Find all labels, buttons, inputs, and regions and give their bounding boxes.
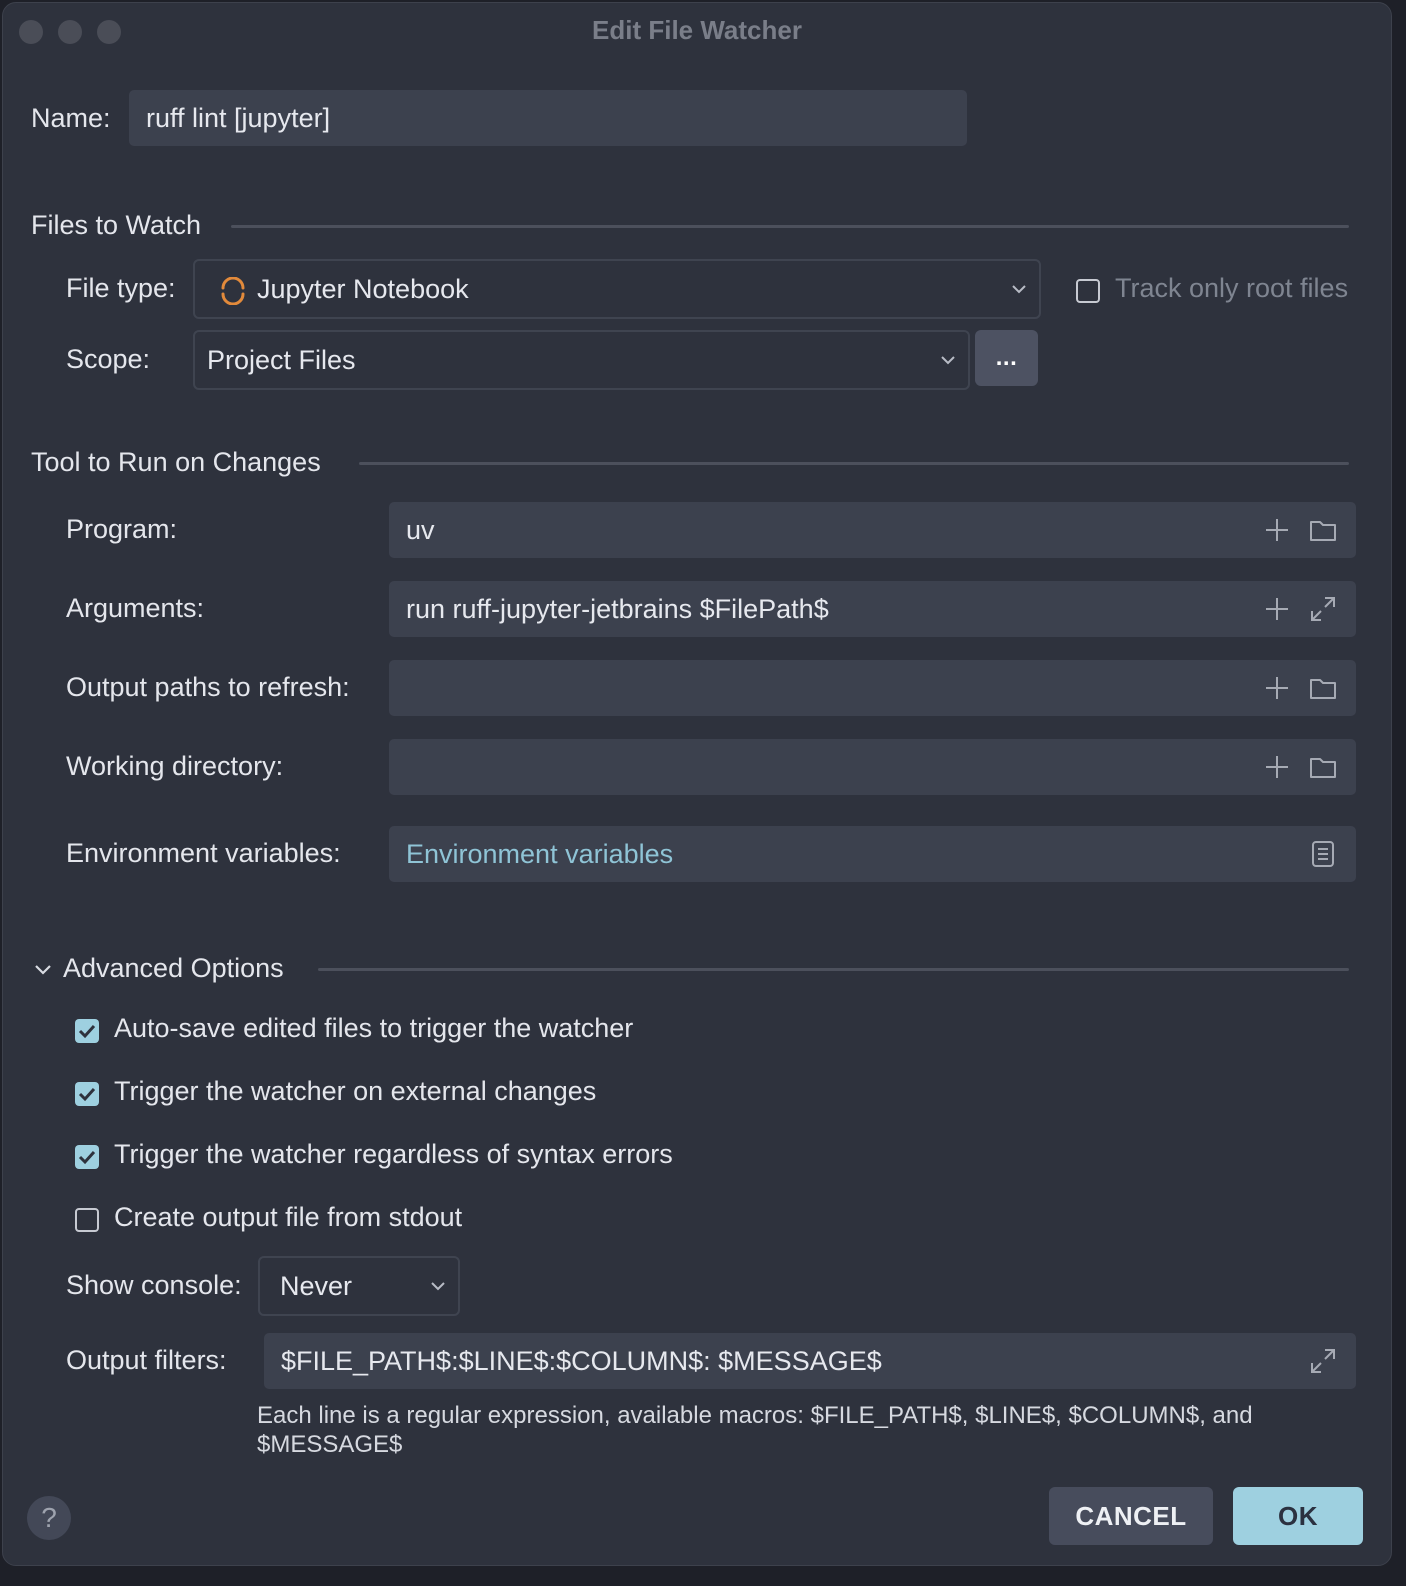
track-only-root-checkbox[interactable] <box>1076 279 1100 303</box>
folder-icon[interactable] <box>1308 515 1338 545</box>
edit-list-icon[interactable] <box>1308 839 1338 869</box>
environment-variables-label: Environment variables: <box>66 838 341 868</box>
show-console-label: Show console: <box>66 1270 242 1300</box>
trigger-external-label: Trigger the watcher on external changes <box>114 1076 597 1106</box>
output-filters-label: Output filters: <box>66 1345 227 1375</box>
expand-icon[interactable] <box>1308 594 1338 624</box>
checkmark-icon <box>78 1150 96 1165</box>
name-input[interactable]: ruff lint [jupyter] <box>129 90 967 146</box>
help-icon: ? <box>41 1502 57 1533</box>
scope-select[interactable]: Project Files <box>193 330 970 390</box>
auto-save-checkbox[interactable] <box>75 1019 99 1043</box>
create-output-file-checkbox[interactable] <box>75 1208 99 1232</box>
files-to-watch-heading: Files to Watch <box>31 210 202 240</box>
scope-label: Scope: <box>66 344 151 374</box>
output-filters-hint-line2: $MESSAGE$ <box>257 1431 403 1458</box>
folder-icon[interactable] <box>1308 673 1338 703</box>
section-divider <box>359 462 1349 465</box>
track-only-root-label: Track only root files <box>1115 273 1349 303</box>
expand-icon[interactable] <box>1308 1346 1338 1376</box>
cancel-button[interactable]: CANCEL <box>1049 1487 1213 1545</box>
tool-heading: Tool to Run on Changes <box>31 447 321 477</box>
output-filters-hint: Each line is a regular expression, avail… <box>257 1401 1253 1459</box>
program-label: Program: <box>66 514 178 544</box>
section-divider <box>231 225 1349 228</box>
chevron-down-icon <box>1011 282 1027 296</box>
insert-macro-icon[interactable] <box>1262 752 1292 782</box>
advanced-options-heading[interactable]: Advanced Options <box>63 953 284 984</box>
file-type-value: Jupyter Notebook <box>257 273 469 304</box>
environment-variables-link[interactable]: Environment variables <box>406 826 673 882</box>
output-filters-value: $FILE_PATH$:$LINE$:$COLUMN$: $MESSAGE$ <box>281 1345 882 1376</box>
insert-macro-icon[interactable] <box>1262 515 1292 545</box>
chevron-down-icon <box>940 353 956 367</box>
help-button[interactable]: ? <box>27 1496 71 1540</box>
output-filters-hint-line1: Each line is a regular expression, avail… <box>257 1402 1253 1429</box>
file-type-label: File type: <box>66 273 176 303</box>
arguments-input[interactable]: run ruff-jupyter-jetbrains $FilePath$ <box>389 581 1356 637</box>
title-bar: Edit File Watcher <box>3 3 1391 59</box>
file-type-select[interactable]: Jupyter Notebook <box>193 259 1041 319</box>
show-console-value: Never <box>280 1270 353 1301</box>
chevron-down-icon <box>430 1279 446 1293</box>
show-console-select[interactable]: Never <box>258 1256 460 1316</box>
dialog-title: Edit File Watcher <box>592 15 802 45</box>
environment-variables-input[interactable]: Environment variables <box>389 826 1356 882</box>
trigger-syntax-errors-checkbox[interactable] <box>75 1145 99 1169</box>
chevron-down-icon[interactable] <box>33 961 53 979</box>
program-value: uv <box>406 514 435 545</box>
create-output-file-label: Create output file from stdout <box>114 1202 463 1232</box>
working-directory-input[interactable] <box>389 739 1356 795</box>
arguments-label: Arguments: <box>66 593 205 623</box>
checkmark-icon <box>78 1024 96 1039</box>
insert-macro-icon[interactable] <box>1262 673 1292 703</box>
name-label: Name: <box>31 103 111 133</box>
insert-macro-icon[interactable] <box>1262 594 1292 624</box>
edit-file-watcher-dialog: Edit File Watcher Name: ruff lint [jupyt… <box>2 2 1392 1566</box>
section-divider <box>318 968 1349 971</box>
program-input[interactable]: uv <box>389 502 1356 558</box>
ok-button[interactable]: OK <box>1233 1487 1363 1545</box>
scope-value: Project Files <box>207 344 356 375</box>
output-paths-input[interactable] <box>389 660 1356 716</box>
output-paths-label: Output paths to refresh: <box>66 672 350 702</box>
trigger-syntax-errors-label: Trigger the watcher regardless of syntax… <box>114 1139 673 1169</box>
jupyter-icon <box>219 276 247 306</box>
scope-browse-button[interactable]: ... <box>975 330 1038 386</box>
name-input-value: ruff lint [jupyter] <box>146 102 331 133</box>
auto-save-label: Auto-save edited files to trigger the wa… <box>114 1013 634 1043</box>
folder-icon[interactable] <box>1308 752 1338 782</box>
output-filters-input[interactable]: $FILE_PATH$:$LINE$:$COLUMN$: $MESSAGE$ <box>264 1333 1356 1389</box>
arguments-value: run ruff-jupyter-jetbrains $FilePath$ <box>406 593 829 624</box>
trigger-external-checkbox[interactable] <box>75 1082 99 1106</box>
checkmark-icon <box>78 1087 96 1102</box>
working-directory-label: Working directory: <box>66 751 284 781</box>
